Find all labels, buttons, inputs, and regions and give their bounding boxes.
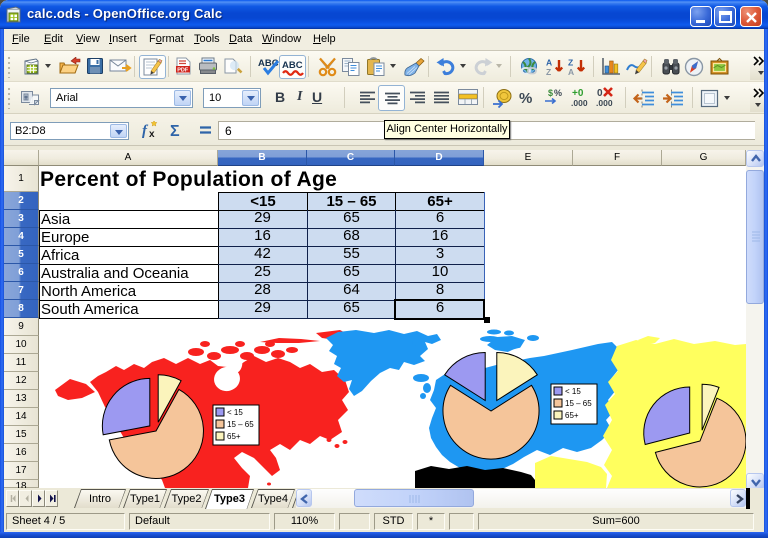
- svg-text:15 – 65: 15 – 65: [565, 399, 592, 408]
- svg-text:Σ: Σ: [170, 123, 180, 139]
- svg-text:65+: 65+: [227, 432, 241, 441]
- svg-text:$: $: [548, 88, 553, 98]
- svg-text:x: x: [149, 129, 155, 139]
- svg-text:65+: 65+: [565, 411, 579, 420]
- svg-text:A: A: [568, 67, 574, 77]
- svg-text:.000: .000: [596, 98, 613, 108]
- svg-text:< 15: < 15: [565, 387, 581, 396]
- svg-text:Z: Z: [546, 67, 551, 77]
- svg-text:.000: .000: [571, 98, 588, 108]
- svg-text:%: %: [554, 88, 562, 98]
- svg-text:< 15: < 15: [227, 408, 243, 417]
- svg-text:%: %: [519, 90, 532, 107]
- svg-text:Z: Z: [568, 58, 573, 68]
- svg-text:PDF: PDF: [177, 67, 189, 73]
- svg-text:ABC: ABC: [282, 60, 303, 71]
- svg-text:f: f: [142, 123, 149, 139]
- svg-text:15 – 65: 15 – 65: [227, 420, 254, 429]
- svg-text:A: A: [546, 58, 552, 68]
